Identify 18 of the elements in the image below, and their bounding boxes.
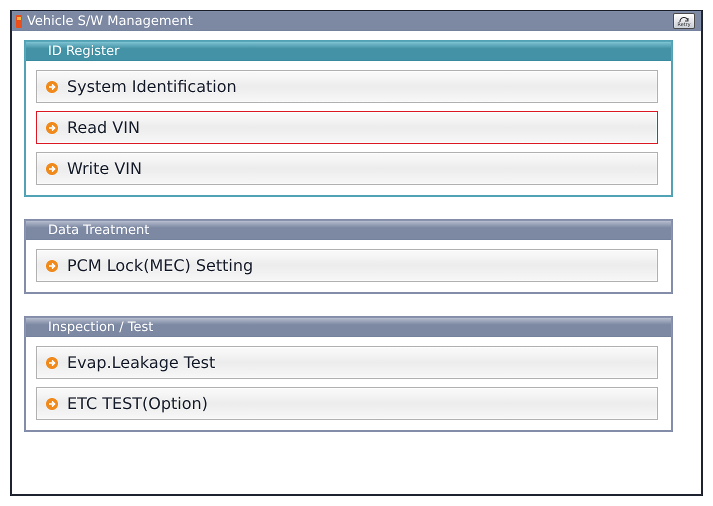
menu-item[interactable]: System Identification (36, 70, 658, 103)
arrow-icon (46, 398, 58, 410)
menu-item[interactable]: Write VIN (36, 152, 658, 185)
arrow-icon (46, 356, 58, 368)
arrow-icon (46, 162, 58, 174)
section-header: ID Register (26, 42, 671, 61)
arrow-icon (46, 122, 58, 134)
menu-item[interactable]: PCM Lock(MEC) Setting (36, 249, 658, 282)
menu-item[interactable]: ETC TEST(Option) (36, 387, 658, 420)
window-title: Vehicle S/W Management (27, 14, 194, 28)
section-header: Data Treatment (26, 221, 671, 240)
arrow-icon (46, 80, 58, 92)
arrow-icon (46, 260, 58, 272)
menu-item[interactable]: Evap.Leakage Test (36, 346, 658, 379)
app-icon (16, 14, 22, 28)
menu-item[interactable]: Read VIN (36, 111, 658, 144)
refresh-icon (678, 16, 690, 23)
section-header: Inspection / Test (26, 318, 671, 337)
